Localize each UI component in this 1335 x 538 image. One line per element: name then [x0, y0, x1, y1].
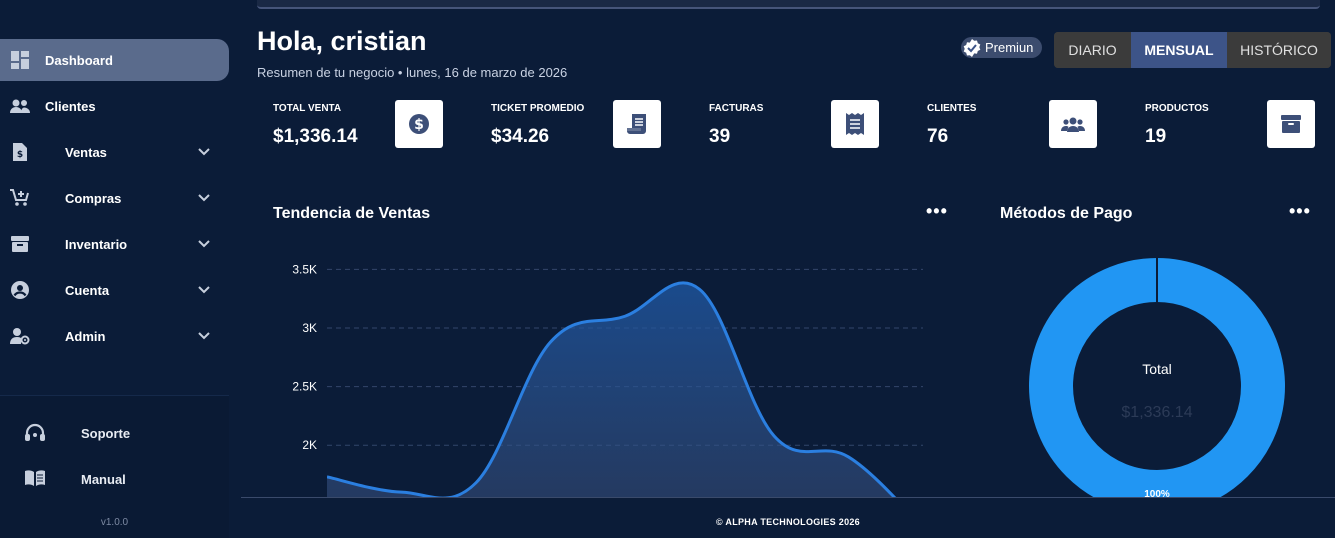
sidebar-item-label: Admin	[65, 329, 106, 344]
tab-diario[interactable]: DIARIO	[1054, 32, 1131, 68]
stat-label: TICKET PROMEDIO	[491, 103, 585, 114]
footer-copyright: © ALPHA TECHNOLOGIES 2026	[716, 517, 860, 527]
stat-card-ticket-promedio: TICKET PROMEDIO $34.26	[475, 96, 665, 152]
stat-value: 19	[1145, 126, 1167, 147]
payment-methods-svg: 100%Total$1,336.14	[1029, 258, 1285, 514]
page-subtitle: Resumen de tu negocio • lunes, 16 de mar…	[257, 65, 568, 80]
stat-card-facturas: FACTURAS 39	[693, 96, 883, 152]
chevron-down-icon	[198, 148, 210, 156]
stat-value: $34.26	[491, 126, 550, 147]
archive-icon	[1267, 100, 1315, 148]
period-toggle: DIARIO MENSUAL HISTÓRICO	[1054, 32, 1331, 68]
payment-methods-chart: 100% Total $1,336.14	[1010, 240, 1310, 514]
y-tick-label: 3.5K	[292, 262, 317, 276]
verified-badge-icon	[963, 38, 981, 57]
top-search-bar[interactable]	[257, 0, 1320, 9]
tab-mensual[interactable]: MENSUAL	[1131, 32, 1227, 68]
donut-center-value: $1,336.14	[1121, 404, 1192, 421]
sidebar-item-label: Compras	[65, 191, 122, 206]
headset-icon	[24, 423, 46, 443]
donut-center-label: Total	[1142, 361, 1172, 377]
sidebar-item-compras[interactable]: Compras	[0, 177, 229, 219]
invoice-icon	[831, 100, 879, 148]
sidebar-item-ventas[interactable]: $ Ventas	[0, 131, 229, 173]
cart-plus-icon	[10, 188, 30, 208]
sidebar-item-label: Clientes	[45, 99, 96, 114]
payment-methods-title: Métodos de Pago	[1000, 205, 1133, 222]
svg-text:$: $	[17, 150, 23, 160]
book-open-icon	[24, 469, 46, 489]
y-tick-label: 2K	[302, 438, 317, 452]
receipt-icon	[613, 100, 661, 148]
stat-value: 39	[709, 126, 731, 147]
stat-value: 76	[927, 126, 949, 147]
dashboard-icon	[10, 50, 30, 70]
sidebar-item-admin[interactable]: Admin	[0, 315, 229, 357]
y-tick-label: 2.5K	[292, 380, 317, 394]
chevron-down-icon	[198, 240, 210, 248]
sidebar-bottom: Soporte Manual v1.0.0	[0, 396, 229, 538]
sidebar-item-label: Manual	[81, 472, 126, 487]
users-icon	[10, 96, 30, 116]
sales-trend-svg: 2K 2.5K 3K 3.5K	[292, 262, 923, 498]
chevron-down-icon	[198, 286, 210, 294]
sidebar-item-label: Inventario	[65, 237, 128, 252]
tab-historico[interactable]: HISTÓRICO	[1227, 32, 1331, 68]
sales-series	[327, 281, 923, 498]
archive-box-icon	[10, 234, 30, 254]
chevron-down-icon	[198, 194, 210, 202]
stat-label: FACTURAS	[709, 103, 764, 114]
y-tick-label: 3K	[302, 321, 317, 335]
stat-label: PRODUCTOS	[1145, 103, 1209, 114]
donut-slice[interactable]	[1029, 258, 1285, 514]
invoice-dollar-icon: $	[10, 142, 30, 162]
stat-label: TOTAL VENTA	[273, 103, 342, 114]
sales-trend-menu-button[interactable]: •••	[926, 201, 948, 222]
user-cog-icon	[10, 326, 30, 346]
sidebar-item-inventario[interactable]: Inventario	[0, 223, 229, 265]
svg-text:$: $	[414, 117, 424, 133]
sidebar-item-label: Cuenta	[65, 283, 110, 298]
chevron-down-icon	[198, 332, 210, 340]
sales-trend-chart: 2K 2.5K 3K 3.5K	[241, 240, 951, 498]
sidebar-item-cuenta[interactable]: Cuenta	[0, 269, 229, 311]
footer: © ALPHA TECHNOLOGIES 2026	[241, 497, 1335, 538]
stat-card-productos: PRODUCTOS 19	[1129, 96, 1319, 152]
sidebar-item-dashboard[interactable]: Dashboard	[0, 39, 229, 81]
sales-trend-title: Tendencia de Ventas	[273, 205, 431, 222]
stat-card-clientes: CLIENTES 76	[911, 96, 1101, 152]
dollar-circle-icon: $	[395, 100, 443, 148]
sidebar-item-soporte[interactable]: Soporte	[0, 413, 229, 453]
stat-value: $1,336.14	[273, 126, 358, 147]
premium-label: Premiun	[985, 40, 1034, 55]
app-version: v1.0.0	[100, 517, 129, 528]
sidebar-item-label: Soporte	[81, 426, 131, 441]
page-title: Hola, cristian	[257, 26, 427, 56]
premium-badge: Premiun	[961, 37, 1042, 58]
payment-methods-menu-button[interactable]: •••	[1289, 201, 1311, 222]
sidebar-item-clientes[interactable]: Clientes	[0, 85, 229, 127]
stat-label: CLIENTES	[927, 103, 977, 114]
sidebar-item-manual[interactable]: Manual	[0, 459, 229, 499]
users-group-icon	[1049, 100, 1097, 148]
user-circle-icon	[10, 280, 30, 300]
sidebar-item-label: Dashboard	[45, 53, 113, 68]
sidebar: Dashboard Clientes $ Ventas Compras Inve…	[0, 0, 241, 538]
sidebar-item-label: Ventas	[65, 145, 107, 160]
stat-card-total-venta: TOTAL VENTA $1,336.14 $	[257, 96, 447, 152]
